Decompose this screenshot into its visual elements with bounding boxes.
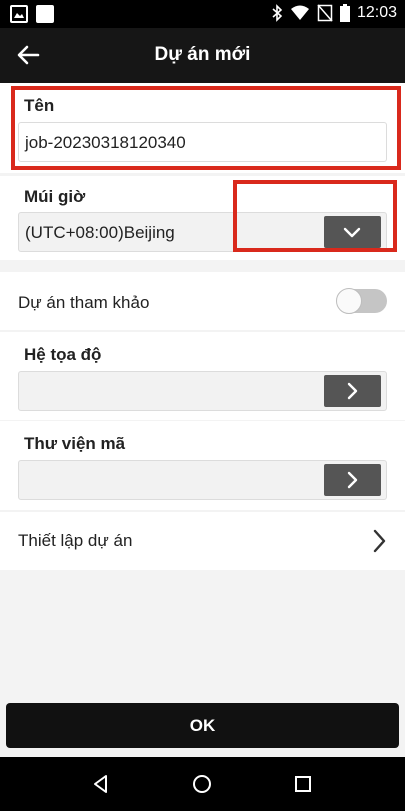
code-library-button[interactable] bbox=[324, 464, 381, 496]
highlight-dropdown-box bbox=[233, 180, 397, 252]
notification-square-icon bbox=[36, 5, 54, 23]
ok-button[interactable]: OK bbox=[6, 703, 399, 748]
status-bar: 12:03 bbox=[0, 0, 405, 28]
nav-home-button[interactable] bbox=[190, 772, 214, 796]
status-time: 12:03 bbox=[356, 4, 397, 21]
screen: 12:03 Dự án mới Tên job-20230318120340 M… bbox=[0, 0, 405, 811]
project-settings-label: Thiết lập dự án bbox=[18, 531, 133, 550]
toggle-knob bbox=[336, 288, 362, 314]
nav-back-button[interactable] bbox=[89, 772, 113, 796]
reference-project-toggle[interactable] bbox=[336, 288, 387, 314]
project-settings-row[interactable]: Thiết lập dự án bbox=[0, 512, 405, 570]
code-library-field[interactable] bbox=[18, 460, 387, 500]
page-title: Dự án mới bbox=[154, 44, 251, 65]
chevron-right-icon bbox=[347, 382, 358, 400]
navigation-bar bbox=[0, 757, 405, 811]
chevron-right-icon bbox=[373, 529, 386, 553]
coordinate-system-label: Hệ tọa độ bbox=[24, 345, 102, 364]
timezone-label: Múi giờ bbox=[24, 187, 86, 206]
reference-project-row: Dự án tham khảo bbox=[0, 272, 405, 330]
chevron-right-icon bbox=[347, 471, 358, 489]
timezone-value: (UTC+08:00)Beijing bbox=[25, 223, 175, 242]
coordinate-system-section: Hệ tọa độ bbox=[0, 332, 405, 420]
wifi-icon bbox=[290, 5, 309, 20]
code-library-label: Thư viện mã bbox=[24, 434, 126, 453]
home-circle-icon bbox=[193, 775, 211, 793]
app-bar: Dự án mới bbox=[0, 28, 405, 83]
no-sim-icon bbox=[317, 4, 333, 22]
bluetooth-icon bbox=[272, 4, 283, 22]
nav-recents-button[interactable] bbox=[291, 772, 315, 796]
coordinate-system-field[interactable] bbox=[18, 371, 387, 411]
reference-project-label: Dự án tham khảo bbox=[18, 293, 150, 312]
back-triangle-icon bbox=[94, 775, 107, 793]
highlight-name-box bbox=[11, 86, 401, 170]
code-library-section: Thư viện mã bbox=[0, 421, 405, 510]
coordinate-system-button[interactable] bbox=[324, 375, 381, 407]
image-icon bbox=[10, 5, 28, 23]
recents-square-icon bbox=[295, 776, 311, 792]
battery-icon bbox=[339, 4, 350, 22]
